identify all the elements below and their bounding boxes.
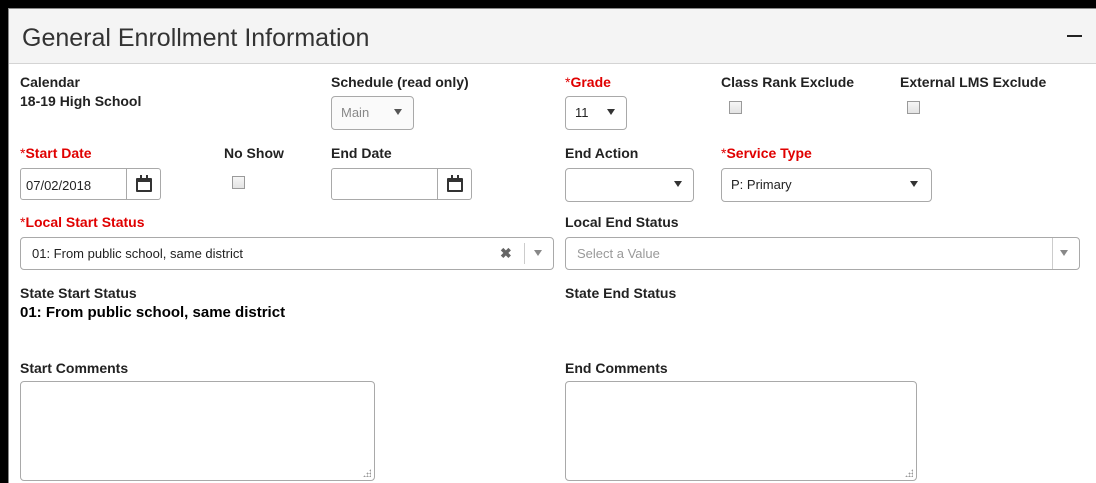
start-date-label-text: Start Date <box>25 145 92 161</box>
local-start-status-label: *Local Start Status <box>20 214 144 230</box>
end-comments-label: End Comments <box>565 360 668 376</box>
calendar-icon[interactable] <box>447 175 463 192</box>
end-action-select[interactable] <box>565 168 694 202</box>
start-comments-textarea[interactable] <box>20 381 375 481</box>
local-end-status-placeholder: Select a Value <box>577 246 660 261</box>
state-start-status-value: 01: From public school, same district <box>20 304 286 321</box>
external-lms-exclude-checkbox[interactable] <box>907 101 920 114</box>
chevron-down-icon <box>910 181 918 187</box>
calendar-icon[interactable] <box>136 175 152 192</box>
start-date-value: 07/02/2018 <box>26 178 92 193</box>
start-date-label: *Start Date <box>20 145 92 161</box>
class-rank-exclude-checkbox[interactable] <box>729 101 742 114</box>
external-lms-exclude-label: External LMS Exclude <box>900 74 1047 90</box>
start-date-field[interactable]: 07/02/2018 <box>20 168 161 200</box>
class-rank-exclude-label: Class Rank Exclude <box>721 74 855 90</box>
no-show-label: No Show <box>224 145 284 161</box>
chevron-down-icon <box>607 109 615 115</box>
local-start-status-select[interactable]: 01: From public school, same district ✖ <box>20 237 554 270</box>
no-show-checkbox[interactable] <box>232 176 245 189</box>
end-date-label: End Date <box>331 145 392 161</box>
local-end-status-label: Local End Status <box>565 214 679 230</box>
chevron-down-icon <box>674 181 682 187</box>
calendar-label: Calendar <box>20 74 80 90</box>
service-type-select[interactable]: P: Primary <box>721 168 932 202</box>
calendar-value: 18-19 High School <box>20 93 142 109</box>
end-date-field[interactable] <box>331 168 472 200</box>
chevron-down-icon[interactable] <box>1060 250 1068 256</box>
minus-icon[interactable] <box>1067 35 1082 37</box>
date-divider <box>437 169 438 199</box>
grade-label-text: Grade <box>570 74 611 90</box>
service-type-label-text: Service Type <box>726 145 812 161</box>
schedule-label: Schedule (read only) <box>331 74 469 90</box>
grade-select-value: 11 <box>575 105 589 120</box>
state-end-status-label: State End Status <box>565 285 677 301</box>
local-end-status-select[interactable]: Select a Value <box>565 237 1080 270</box>
state-start-status-label: State Start Status <box>20 285 137 301</box>
panel-header: General Enrollment Information <box>9 9 1096 64</box>
local-start-status-value: 01: From public school, same district <box>32 246 243 261</box>
select-divider <box>1052 238 1053 269</box>
service-type-label: *Service Type <box>721 145 812 161</box>
schedule-select[interactable]: Main <box>331 96 414 130</box>
grade-select[interactable]: 11 <box>565 96 627 130</box>
chevron-down-icon[interactable] <box>534 250 542 256</box>
date-divider <box>126 169 127 199</box>
local-start-status-label-text: Local Start Status <box>25 214 145 230</box>
enrollment-panel: General Enrollment Information Calendar … <box>8 8 1096 483</box>
start-comments-label: Start Comments <box>20 360 129 376</box>
panel-title: General Enrollment Information <box>22 24 370 52</box>
grade-label: *Grade <box>565 74 611 90</box>
end-action-label: End Action <box>565 145 639 161</box>
schedule-select-value: Main <box>341 105 370 120</box>
clear-icon[interactable]: ✖ <box>500 245 512 262</box>
chevron-down-icon <box>394 109 402 115</box>
select-divider <box>524 243 525 264</box>
resize-grip-icon[interactable] <box>363 469 371 477</box>
service-type-select-value: P: Primary <box>731 177 792 192</box>
resize-grip-icon[interactable] <box>905 469 913 477</box>
end-comments-textarea[interactable] <box>565 381 917 481</box>
